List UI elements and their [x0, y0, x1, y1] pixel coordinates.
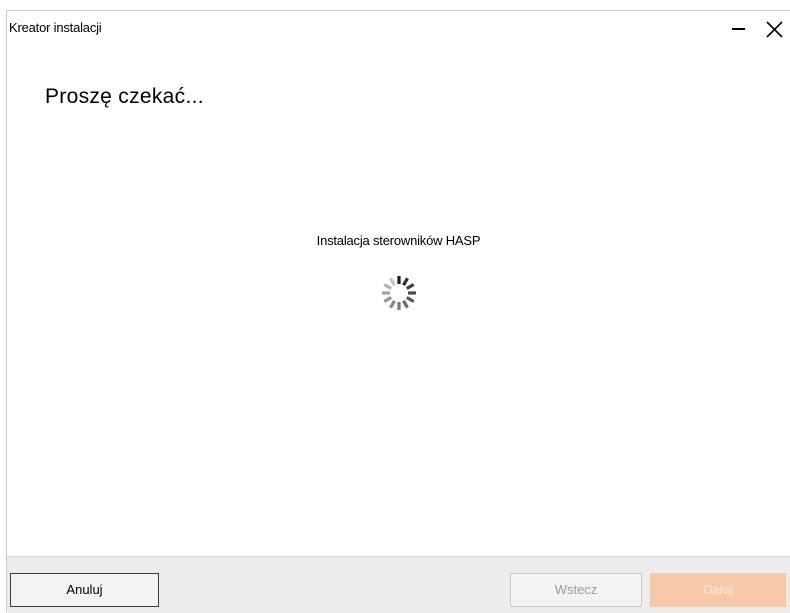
spinner-tick	[402, 277, 409, 287]
next-button[interactable]: Dalej	[650, 573, 786, 607]
back-button[interactable]: Wstecz	[510, 573, 642, 607]
spinner-tick	[389, 299, 396, 309]
spinner-tick	[402, 299, 409, 309]
minimize-icon	[732, 28, 745, 30]
spinner-tick	[383, 296, 393, 303]
close-button[interactable]	[756, 11, 790, 45]
cancel-button[interactable]: Anuluj	[10, 573, 159, 607]
close-icon	[766, 21, 783, 38]
page-title: Proszę czekać...	[45, 85, 204, 108]
spinner-tick	[389, 277, 396, 287]
minimize-button[interactable]	[722, 11, 756, 45]
loading-spinner-icon	[382, 276, 416, 310]
window-title: Kreator instalacji	[9, 20, 102, 35]
spinner-tick	[405, 296, 415, 303]
spinner-tick	[383, 283, 393, 290]
title-bar[interactable]: Kreator instalacji	[7, 11, 790, 45]
status-text: Instalacja sterowników HASP	[316, 233, 481, 248]
spinner-tick	[405, 283, 415, 290]
installer-window: Kreator instalacji Proszę czekać... Inst…	[6, 10, 790, 613]
footer-bar: Anuluj Wstecz Dalej	[7, 556, 790, 613]
